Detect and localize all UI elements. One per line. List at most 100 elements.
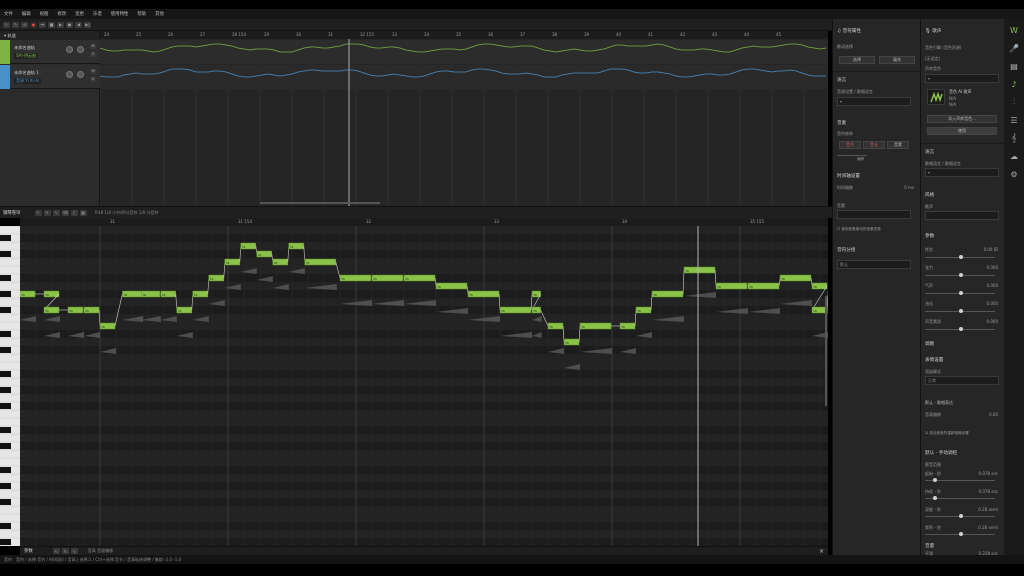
param-slider-thumb[interactable] (959, 309, 963, 313)
param-slider-thumb[interactable] (959, 273, 963, 277)
track-voice[interactable]: SP)-明云曲 (14, 53, 38, 59)
logo-icon[interactable]: W (1009, 25, 1019, 35)
note-lyric: la (70, 309, 73, 313)
piano-keyboard[interactable] (0, 226, 20, 546)
menu-item[interactable]: 文件 (4, 11, 13, 17)
mic-icon[interactable]: 🎤 (1009, 43, 1019, 53)
note-lyric: la (374, 277, 377, 281)
transport-button[interactable]: ▶| (84, 21, 91, 28)
grid-toggle[interactable]: ▦ (79, 209, 87, 216)
phoneme-checkbox[interactable]: ☐ 使用音素驱动的音素发音 (837, 227, 881, 232)
voice-select[interactable]: ▾ (925, 74, 999, 83)
vib-slider-thumb[interactable] (933, 496, 937, 500)
menu-item[interactable]: 使用特性 (111, 11, 129, 17)
close-icon[interactable]: × (819, 548, 824, 555)
note-lyric: la (210, 277, 213, 281)
param-tool-b[interactable]: ✎ (61, 548, 69, 554)
note-lyric: la (622, 325, 625, 329)
black-key (0, 307, 11, 313)
snap-toggle[interactable]: ♪ (70, 209, 78, 216)
menu-item[interactable]: 乐谱 (93, 11, 102, 17)
menu-item[interactable]: 修改 (57, 11, 66, 17)
pencil-tool-button[interactable]: ✎ (12, 21, 19, 28)
pan-knob[interactable] (77, 46, 84, 53)
side-icon-bar: W 🎤 ▤ ♪ ⫶ ☰ 𝄞 ☁ ⚙ (1004, 19, 1024, 555)
menu-item[interactable]: 变更 (75, 11, 84, 17)
transport-button[interactable]: ■ (48, 21, 55, 28)
phoneme-input[interactable] (837, 210, 911, 219)
select-note-tool[interactable]: ↖ (34, 209, 42, 216)
b-lang-select[interactable]: ▾ (925, 168, 999, 177)
param-value: 0.000 (986, 319, 998, 324)
piano-roll-canvas[interactable]: la la la la la la la la la la la la la la la la la la la la… (20, 226, 828, 546)
select-button[interactable]: 选择 (839, 56, 875, 64)
ruler-label: 31 (328, 32, 334, 37)
roll-row (20, 378, 828, 386)
curve-tool[interactable]: ∿ (52, 209, 60, 216)
music-note-icon[interactable]: ♪ (1009, 79, 1019, 89)
select-tool-button[interactable]: ↖ (3, 21, 10, 28)
apply-button[interactable]: 使用 (927, 127, 997, 135)
film-icon[interactable]: ▤ (1009, 61, 1019, 71)
vib-slider-thumb[interactable] (959, 532, 963, 536)
erase-tool[interactable]: ⌫ (61, 209, 69, 216)
record-button[interactable]: ● (30, 21, 37, 28)
list-icon[interactable]: ☰ (1009, 115, 1019, 125)
menu-item[interactable]: 视图 (40, 11, 49, 17)
volume-knob[interactable] (66, 71, 73, 78)
rough-checkbox[interactable]: ☑ 将全部音符重新粗略设置 (925, 431, 969, 436)
transport-button[interactable]: ⏮ (39, 21, 46, 28)
param-tool-c[interactable]: ∿ (70, 548, 78, 554)
library-icon[interactable]: ⫶ (1009, 97, 1019, 107)
vib-slider-thumb[interactable] (959, 514, 963, 518)
draw-note-tool[interactable]: ✎ (43, 209, 51, 216)
track-row[interactable]: 未命名曲轨 1 音源 Yi Xi Ai M S (0, 65, 100, 89)
fill-button[interactable]: 填充 (879, 56, 915, 64)
solo-button[interactable]: S (90, 52, 96, 57)
group-select[interactable]: 默认 (837, 260, 911, 269)
volume-knob[interactable] (66, 46, 73, 53)
note-lyric: la (438, 285, 441, 289)
pitch-btn-3[interactable]: 音素 (887, 141, 909, 149)
pan-knob[interactable] (77, 71, 84, 78)
param-tool-a[interactable]: ↖ (52, 548, 60, 554)
transport-button[interactable]: ◀ (75, 21, 82, 28)
piano-icon[interactable]: 𝄞 (1009, 133, 1019, 143)
import-voice-button[interactable]: 导入声库音色... (927, 115, 997, 123)
arrangement-area[interactable] (100, 31, 828, 206)
track-row[interactable]: 未命名曲轨 SP)-明云曲 M S (0, 40, 100, 64)
arrangement-ruler[interactable]: 24 25 26 27 28 154 29 30 31 32 155 33 34 35 36 37 38 39… (100, 31, 828, 39)
param-slider-thumb[interactable] (959, 291, 963, 295)
vib-slider-thumb[interactable] (933, 478, 937, 482)
track-voice[interactable]: 音源 Yi Xi Ai (14, 78, 41, 84)
param-slider-thumb[interactable] (959, 255, 963, 259)
note-lyric: la (550, 325, 553, 329)
roll-row (20, 442, 828, 450)
mute-button[interactable]: M (90, 44, 96, 49)
note-lyric: la (638, 309, 641, 313)
b-lang-label: 歌唱语言 / 歌唱语言 (925, 161, 961, 166)
piano-roll-ruler[interactable]: 31 31 154 32 33 34 35 155 (20, 218, 828, 226)
expr-select[interactable]: 正常 (925, 376, 999, 385)
transport-button[interactable]: ● (66, 21, 73, 28)
pitch-btn-2[interactable]: 音长 (863, 141, 885, 149)
menu-item[interactable]: 帮助 (137, 11, 146, 17)
param-slider-thumb[interactable] (959, 327, 963, 331)
pitch-btn-1[interactable]: 音节 (839, 141, 861, 149)
style-select[interactable] (925, 211, 999, 220)
vib-value: 0.078 sec (978, 471, 998, 476)
loop-button[interactable]: ⟲ (21, 21, 28, 28)
align-slider[interactable] (837, 155, 867, 156)
solo-button[interactable]: S (90, 77, 96, 82)
status-bar: 音符：音符 / 选择:音节 / 时间段0 / 音高 | 选择:1 / Ctrl+… (0, 555, 1024, 564)
gear-icon[interactable]: ⚙ (1009, 169, 1019, 179)
menu-item[interactable]: 其他 (155, 11, 164, 17)
lang-select[interactable]: ▾ (837, 97, 911, 106)
track-lane (100, 40, 828, 64)
cloud-icon[interactable]: ☁ (1009, 151, 1019, 161)
mute-button[interactable]: M (90, 69, 96, 74)
roll-row (20, 482, 828, 490)
transport-button[interactable]: ▶ (57, 21, 64, 28)
menu-item[interactable]: 编辑 (22, 11, 31, 17)
black-key (0, 443, 11, 449)
